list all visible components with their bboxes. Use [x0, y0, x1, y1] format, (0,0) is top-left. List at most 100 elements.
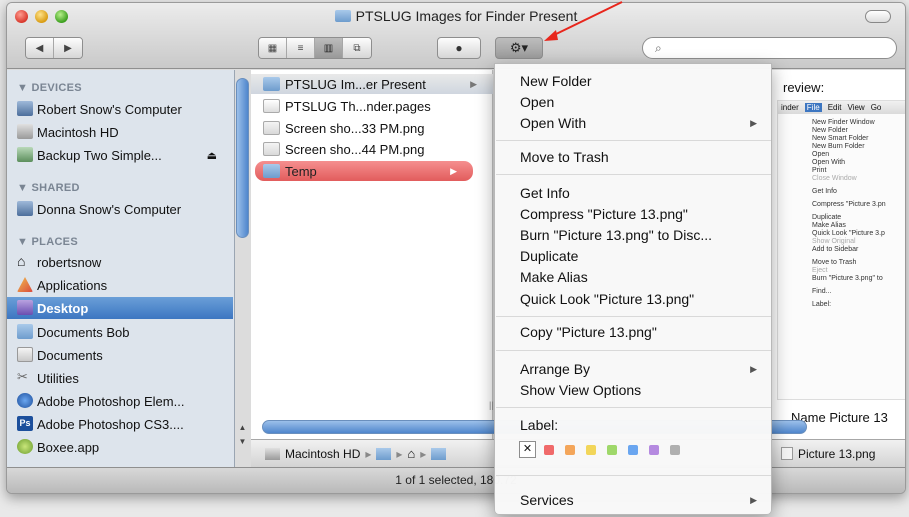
- annotation-arrow-head: [544, 30, 558, 41]
- forward-button[interactable]: ▶: [54, 38, 82, 58]
- menu-item-get-info[interactable]: Get Info: [495, 183, 771, 204]
- label-yellow-swatch[interactable]: [586, 444, 596, 455]
- computer-icon: [17, 101, 33, 116]
- sidebar-item-documents[interactable]: Documents: [7, 344, 233, 366]
- menu-item-compress[interactable]: Compress "Picture 13.png": [495, 204, 771, 225]
- menu-label-heading: Label:: [520, 417, 559, 433]
- icon-view-button[interactable]: ▦: [259, 38, 287, 58]
- sidebar-item-robert-computer[interactable]: Robert Snow's Computer: [7, 98, 233, 120]
- pages-icon: [263, 99, 280, 113]
- list-item[interactable]: PTSLUG Th...nder.pages: [251, 96, 493, 116]
- menu-item-copy[interactable]: Copy "Picture 13.png": [495, 322, 771, 343]
- annotation-arrow-line: [551, 1, 623, 37]
- label-blue-swatch[interactable]: [628, 444, 638, 455]
- documents-icon: [17, 347, 33, 362]
- folder-icon[interactable]: [376, 447, 392, 460]
- sidebar-item-backup[interactable]: Backup Two Simple... ⏏: [7, 144, 233, 166]
- list-item[interactable]: Screen sho...33 PM.png: [251, 118, 493, 138]
- sidebar-item-photoshop-elements[interactable]: Adobe Photoshop Elem...: [7, 390, 233, 412]
- folder-icon[interactable]: [431, 447, 447, 460]
- label-orange-swatch[interactable]: [565, 444, 575, 455]
- mini-menu-column: New Finder Window New Folder New Smart F…: [812, 119, 886, 308]
- photoshop-elements-icon: [17, 393, 33, 408]
- file-column: PTSLUG Im...er Present ▶ PTSLUG Th...nde…: [251, 70, 494, 467]
- view-switcher[interactable]: ▦ ≡ ▥ ⧉: [258, 37, 372, 59]
- folder-icon: [17, 324, 33, 339]
- menu-item-burn[interactable]: Burn "Picture 13.png" to Disc...: [495, 225, 771, 246]
- menu-separator: [496, 407, 771, 408]
- photoshop-cs3-icon: Ps: [17, 416, 33, 431]
- sidebar-scroll-arrows[interactable]: ▲ ▼: [236, 421, 249, 449]
- menu-item-move-to-trash[interactable]: Move to Trash: [495, 147, 771, 168]
- toolbar-toggle-button[interactable]: [865, 10, 891, 23]
- menu-separator: [496, 350, 771, 351]
- back-button[interactable]: ◀: [26, 38, 54, 58]
- places-header[interactable]: ▼ PLACES: [17, 236, 78, 248]
- list-item[interactable]: Screen sho...44 PM.png: [251, 139, 493, 159]
- back-forward-control[interactable]: ◀ ▶: [25, 37, 83, 59]
- menu-item-duplicate[interactable]: Duplicate: [495, 246, 771, 267]
- home-icon: ⌂: [17, 253, 26, 269]
- list-view-button[interactable]: ≡: [287, 38, 315, 58]
- menu-separator: [496, 475, 771, 476]
- column-view-button[interactable]: ▥: [315, 38, 343, 58]
- image-icon: [263, 121, 280, 135]
- search-field[interactable]: ⌕: [642, 37, 897, 59]
- list-item[interactable]: PTSLUG Im...er Present ▶: [251, 74, 493, 94]
- sidebar-item-documents-bob[interactable]: Documents Bob: [7, 321, 233, 343]
- quicklook-button[interactable]: ●: [437, 37, 481, 59]
- menu-item-arrange-by[interactable]: Arrange By ▶: [495, 359, 771, 380]
- coverflow-view-button[interactable]: ⧉: [343, 38, 371, 58]
- sidebar-item-robertsnow[interactable]: ⌂ robertsnow: [7, 251, 233, 273]
- label-purple-swatch[interactable]: [649, 444, 659, 455]
- submenu-arrow-icon: ▶: [750, 118, 757, 128]
- sidebar-scrollbar-thumb[interactable]: [236, 78, 249, 238]
- drive-icon: [17, 147, 33, 162]
- path-item-macintosh-hd[interactable]: Macintosh HD: [285, 447, 360, 461]
- label-red-swatch[interactable]: [544, 444, 554, 455]
- sidebar: ▼ DEVICES Robert Snow's Computer Macinto…: [7, 70, 235, 467]
- image-icon: [263, 142, 280, 156]
- menu-separator: [496, 316, 771, 317]
- disclosure-arrow-icon: ▶: [470, 78, 477, 89]
- preview-thumbnail[interactable]: inder File Edit View Go New Finder Windo…: [777, 100, 905, 400]
- sidebar-item-photoshop-cs3[interactable]: Ps Adobe Photoshop CS3....: [7, 413, 233, 435]
- label-color-picker: ✕: [519, 441, 691, 458]
- harddrive-icon: [265, 447, 280, 460]
- submenu-arrow-icon: ▶: [750, 495, 757, 505]
- sidebar-item-applications[interactable]: Applications: [7, 274, 233, 296]
- menu-item-open-with[interactable]: Open With ▶: [495, 113, 771, 134]
- label-gray-swatch[interactable]: [670, 444, 680, 455]
- menu-item-quick-look[interactable]: Quick Look "Picture 13.png": [495, 289, 771, 310]
- harddrive-icon: [17, 124, 33, 139]
- menu-item-new-folder[interactable]: New Folder: [495, 71, 771, 92]
- menu-item-open[interactable]: Open: [495, 92, 771, 113]
- home-icon[interactable]: ⌂: [407, 446, 415, 461]
- menu-item-show-view-options[interactable]: Show View Options: [495, 380, 771, 401]
- preview-header: review:: [783, 80, 825, 95]
- path-item-file[interactable]: Picture 13.png: [781, 446, 875, 461]
- sidebar-item-donna-computer[interactable]: Donna Snow's Computer: [7, 198, 233, 220]
- submenu-arrow-icon: ▶: [750, 364, 757, 374]
- sidebar-item-macintosh-hd[interactable]: Macintosh HD: [7, 121, 233, 143]
- applications-icon: [17, 277, 33, 292]
- utilities-icon: ✂: [17, 369, 28, 384]
- menu-item-services[interactable]: Services ▶: [495, 490, 771, 511]
- sidebar-item-desktop[interactable]: Desktop: [7, 297, 233, 319]
- sidebar-item-boxee[interactable]: Boxee.app: [7, 436, 233, 458]
- menu-item-make-alias[interactable]: Make Alias: [495, 267, 771, 288]
- label-none-button[interactable]: ✕: [519, 441, 536, 458]
- eject-icon[interactable]: ⏏: [207, 149, 217, 162]
- sidebar-item-utilities[interactable]: ✂ Utilities: [7, 367, 233, 389]
- devices-header[interactable]: ▼ DEVICES: [17, 82, 82, 94]
- list-item[interactable]: Temp ▶: [255, 161, 473, 181]
- shared-header[interactable]: ▼ SHARED: [17, 182, 80, 194]
- image-icon: [781, 446, 793, 460]
- folder-icon: [263, 164, 280, 178]
- search-icon: ⌕: [655, 41, 662, 55]
- boxee-icon: [17, 439, 33, 454]
- computer-icon: [17, 201, 33, 216]
- column-resize-handle[interactable]: ||: [489, 400, 494, 410]
- label-green-swatch[interactable]: [607, 444, 617, 455]
- action-menu: New Folder Open Open With ▶ Move to Tras…: [494, 63, 772, 515]
